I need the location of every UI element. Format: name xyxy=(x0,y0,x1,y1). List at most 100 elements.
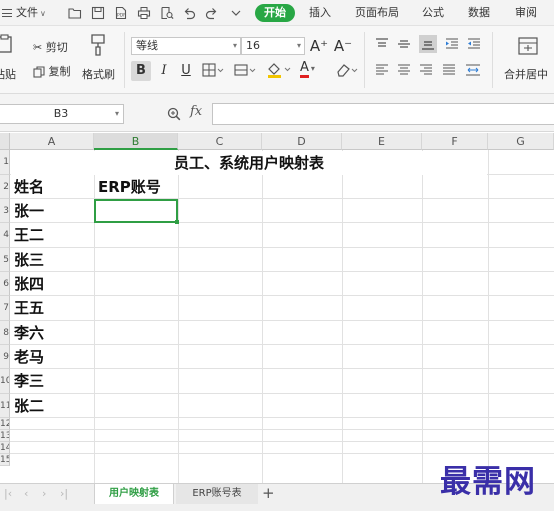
export-pdf-icon[interactable]: PDF xyxy=(114,6,128,20)
tab-home[interactable]: 开始 xyxy=(255,4,295,22)
clear-format-icon[interactable] xyxy=(334,62,358,78)
merge-center-button[interactable]: 合并居中 xyxy=(504,66,548,82)
name-cell[interactable]: 王五 xyxy=(14,296,44,320)
tab-insert[interactable]: 插入 xyxy=(309,0,331,26)
tab-data[interactable]: 数据 xyxy=(468,0,490,26)
name-cell[interactable]: 张一 xyxy=(14,199,44,223)
paste-icon[interactable] xyxy=(0,34,14,54)
indent-increase-icon[interactable] xyxy=(445,37,459,51)
row-header-13[interactable]: 13 xyxy=(0,430,10,442)
name-cell[interactable]: 李六 xyxy=(14,321,44,345)
row-header-15[interactable]: 15 xyxy=(0,454,10,466)
row-header-4[interactable]: 4 xyxy=(0,223,10,248)
print-icon[interactable] xyxy=(137,6,151,20)
sheet-title-cell[interactable]: 员工、系统用户映射表 xyxy=(11,151,487,175)
name-cell[interactable]: 张三 xyxy=(14,248,44,272)
distributed-align-icon[interactable] xyxy=(465,63,481,77)
row-header-9[interactable]: 9 xyxy=(0,345,10,369)
copy-button[interactable]: 复制 xyxy=(33,63,71,79)
row-header-11[interactable]: 11 xyxy=(0,394,10,418)
undo-icon[interactable] xyxy=(182,6,196,20)
align-left-icon[interactable] xyxy=(375,63,389,77)
underline-button[interactable]: U xyxy=(176,61,196,81)
row-header-5[interactable]: 5 xyxy=(0,248,10,272)
chevron-down-icon: ▾ xyxy=(296,41,301,50)
save-icon[interactable] xyxy=(91,6,105,20)
format-painter-label[interactable]: 格式刷 xyxy=(82,66,115,82)
header-cell-erp-account[interactable]: ERP账号 xyxy=(98,175,161,199)
column-header-d[interactable]: D xyxy=(262,133,342,150)
column-header-b[interactable]: B xyxy=(94,133,178,150)
sheet-tab-erp-accounts[interactable]: ERP账号表 xyxy=(176,484,258,504)
font-name-select[interactable]: 等线 ▾ xyxy=(131,37,241,55)
zoom-search-icon[interactable] xyxy=(166,106,182,122)
merge-center-icon[interactable] xyxy=(518,36,538,56)
format-painter-icon[interactable] xyxy=(89,34,107,56)
borders-icon[interactable] xyxy=(202,63,224,77)
align-bottom-icon[interactable] xyxy=(419,35,437,53)
align-top-icon[interactable] xyxy=(375,37,389,51)
cut-button[interactable]: ✂ 剪切 xyxy=(33,39,68,55)
open-folder-icon[interactable] xyxy=(68,6,82,20)
column-header-f[interactable]: F xyxy=(422,133,488,150)
prev-sheet-icon[interactable]: ‹ xyxy=(24,484,28,504)
row-header-7[interactable]: 7 xyxy=(0,296,10,321)
column-header-e[interactable]: E xyxy=(342,133,422,150)
row-header-2[interactable]: 2 xyxy=(0,175,10,199)
name-cell[interactable]: 老马 xyxy=(14,345,44,369)
shrink-font-button[interactable]: A⁻ xyxy=(333,36,353,56)
redo-icon[interactable] xyxy=(205,6,219,20)
name-cell[interactable]: 张四 xyxy=(14,272,44,296)
ribbon-divider xyxy=(364,32,365,88)
column-header-c[interactable]: C xyxy=(178,133,262,150)
formula-input[interactable] xyxy=(212,103,554,125)
tab-page-layout[interactable]: 页面布局 xyxy=(355,0,399,26)
row-header-6[interactable]: 6 xyxy=(0,272,10,296)
name-cell[interactable]: 王二 xyxy=(14,223,44,247)
indent-decrease-icon[interactable] xyxy=(467,37,481,51)
fill-handle[interactable] xyxy=(175,220,179,224)
file-menu[interactable]: 文件 ∨ xyxy=(2,0,46,26)
customize-toolbar-icon[interactable] xyxy=(229,7,243,21)
chevron-down-icon: ∨ xyxy=(40,9,46,18)
font-color-letter: A xyxy=(300,61,309,78)
justify-icon[interactable] xyxy=(442,63,456,77)
last-sheet-icon[interactable]: ›| xyxy=(60,484,68,504)
row-header-10[interactable]: 10 xyxy=(0,369,10,394)
first-sheet-icon[interactable]: |‹ xyxy=(4,484,12,504)
spreadsheet-grid[interactable]: A B C D E F G 1 2 3 4 5 6 7 8 9 10 11 12… xyxy=(0,133,554,483)
print-preview-icon[interactable] xyxy=(160,6,174,20)
grow-font-button[interactable]: A⁺ xyxy=(309,36,329,56)
align-center-icon[interactable] xyxy=(397,63,411,77)
select-all-corner[interactable] xyxy=(0,133,10,150)
italic-button[interactable]: I xyxy=(154,61,174,81)
formula-bar: B3 ▾ fx xyxy=(0,94,554,132)
align-middle-icon[interactable] xyxy=(397,37,411,51)
column-header-a[interactable]: A xyxy=(10,133,94,150)
tab-formulas[interactable]: 公式 xyxy=(422,0,444,26)
fill-color-icon[interactable] xyxy=(266,62,292,78)
bold-button[interactable]: B xyxy=(131,61,151,81)
active-cell-b3[interactable] xyxy=(94,199,179,224)
align-right-icon[interactable] xyxy=(419,63,433,77)
row-header-1[interactable]: 1 xyxy=(0,150,10,175)
next-sheet-icon[interactable]: › xyxy=(42,484,46,504)
name-cell[interactable]: 李三 xyxy=(14,369,44,393)
row-header-3[interactable]: 3 xyxy=(0,199,10,223)
font-size-select[interactable]: 16 ▾ xyxy=(241,37,305,55)
insert-function-button[interactable]: fx xyxy=(190,104,202,119)
paste-button[interactable]: 粘贴 xyxy=(0,66,16,82)
font-color-button[interactable]: A ▾ xyxy=(300,61,315,78)
row-header-14[interactable]: 14 xyxy=(0,442,10,454)
row-header-12[interactable]: 12 xyxy=(0,418,10,430)
column-header-g[interactable]: G xyxy=(488,133,554,150)
add-sheet-button[interactable]: + xyxy=(262,484,275,504)
grid-line xyxy=(10,222,554,223)
sheet-tab-user-mapping[interactable]: 用户映射表 xyxy=(94,484,174,504)
row-header-8[interactable]: 8 xyxy=(0,321,10,345)
name-box[interactable]: B3 ▾ xyxy=(0,104,124,124)
tab-review[interactable]: 审阅 xyxy=(515,0,537,26)
cell-style-icon[interactable] xyxy=(234,63,256,77)
name-cell[interactable]: 张二 xyxy=(14,394,44,418)
header-cell-name[interactable]: 姓名 xyxy=(14,175,44,199)
